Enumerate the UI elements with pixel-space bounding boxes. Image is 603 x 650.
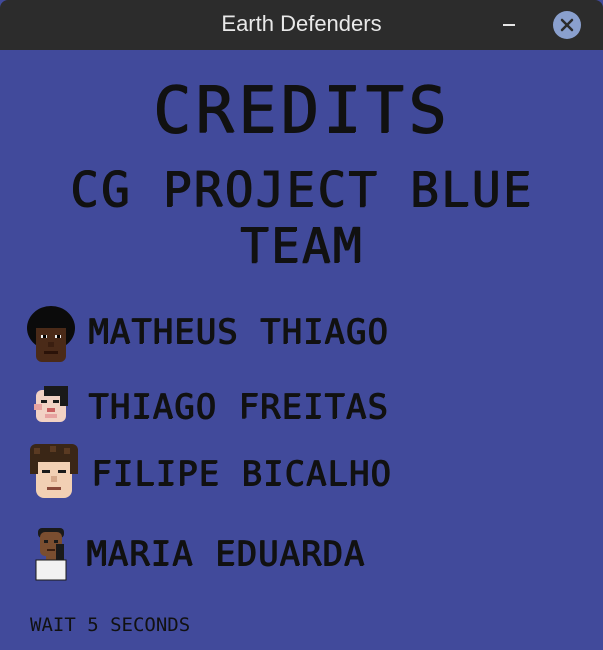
credit-member-name: THIAGO FREITAS [88, 387, 389, 427]
minimize-button[interactable] [498, 10, 522, 38]
credit-member-name: FILIPE BICALHO [91, 454, 392, 494]
avatar-pale-icon [34, 386, 68, 422]
avatar-portrait-icon [35, 528, 67, 581]
credit-member-name: MATHEUS THIAGO [88, 312, 389, 352]
credit-member-name: MARIA EDUARDA [86, 534, 366, 574]
wait-countdown-text: WAIT 5 SECONDS [30, 614, 191, 636]
credits-screen: CREDITS CG PROJECT BLUE TEAM MATHEUS THI… [0, 50, 603, 650]
avatar-afro-icon [27, 306, 75, 362]
credits-heading: CREDITS [152, 74, 451, 148]
window-titlebar: Earth Defenders [0, 0, 603, 50]
avatar-curly-icon [30, 444, 78, 498]
close-button[interactable] [553, 11, 581, 39]
close-icon [560, 18, 574, 32]
project-title-line1: CG PROJECT BLUE [69, 162, 534, 218]
project-title-line2: TEAM [239, 218, 364, 274]
